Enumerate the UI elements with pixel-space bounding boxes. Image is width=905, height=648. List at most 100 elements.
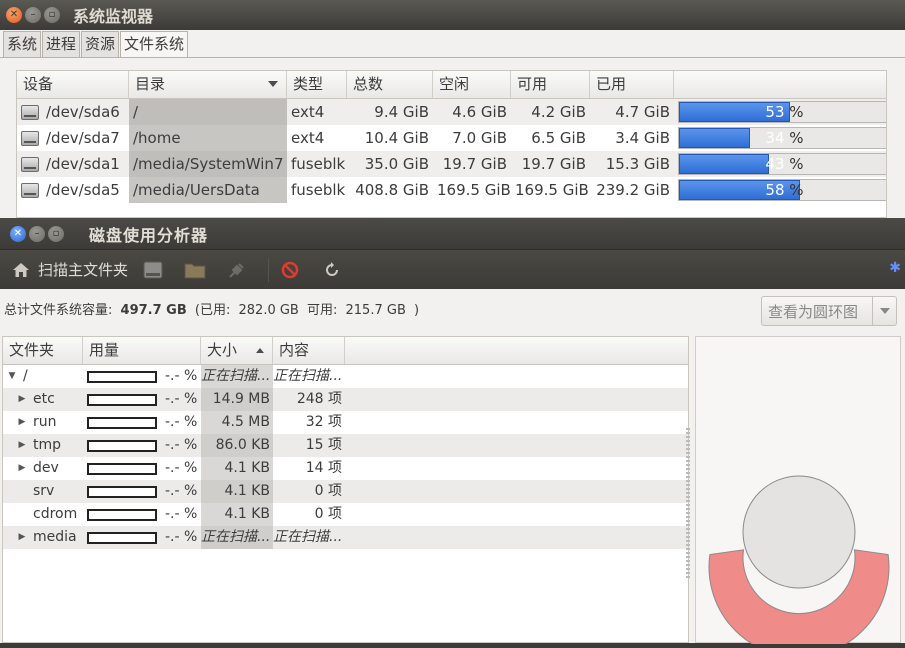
- minimize-icon[interactable]: –: [29, 225, 45, 242]
- scan-home-button[interactable]: 扫描主文件夹: [10, 259, 128, 281]
- total-cell: 10.4 GiB: [364, 129, 429, 147]
- usage-cell: -.- %: [83, 480, 201, 503]
- close-icon[interactable]: ✕: [10, 225, 26, 242]
- maximize-icon[interactable]: ▫: [44, 7, 60, 23]
- usage-bar: [87, 485, 157, 498]
- usage-bar-cell: 53 %: [674, 99, 886, 125]
- tree-row[interactable]: ▼ / -.- % 正在扫描... 正在扫描...: [3, 365, 688, 388]
- minimize-icon[interactable]: –: [25, 7, 41, 23]
- device-name: /dev/sda7: [46, 129, 120, 147]
- expander-closed-icon[interactable]: ▶: [15, 526, 29, 549]
- usage-percent: -.- %: [165, 368, 198, 384]
- size-cell: 4.1 KB: [201, 457, 273, 480]
- usage-cell: -.- %: [83, 388, 201, 411]
- usage-bar: 58 %: [678, 179, 886, 201]
- system-monitor-window: ✕ – ▫ 系统监视器 系统 进程 资源 文件系统 设备 目录 类型 总数 空闲…: [0, 0, 905, 230]
- usage-bar-cell: 34 %: [674, 125, 886, 151]
- ring-center[interactable]: [742, 475, 856, 589]
- table-row[interactable]: /dev/sda5/media/UersData fuseblk 408.8 GiB…: [17, 177, 886, 203]
- col-type[interactable]: 类型: [287, 71, 347, 98]
- folder-name: cdrom: [33, 506, 78, 522]
- col-free[interactable]: 空闲: [433, 71, 511, 98]
- tree-row[interactable]: ▶srv -.- %4.1 KB 0 项: [3, 480, 688, 503]
- tab-processes[interactable]: 进程: [42, 31, 81, 57]
- col-device[interactable]: 设备: [17, 71, 129, 98]
- scan-folder-button[interactable]: [184, 259, 212, 281]
- size-cell: 正在扫描...: [201, 365, 273, 388]
- tree-row[interactable]: ▶ media -.- % 正在扫描... 正在扫描...: [3, 526, 688, 549]
- expander-open-icon[interactable]: ▼: [5, 365, 19, 388]
- directory-cell: /home: [129, 125, 287, 151]
- usage-percent-suffix: %: [789, 181, 804, 199]
- folder-name: dev: [33, 460, 59, 476]
- usage-cell: -.- %: [83, 365, 201, 388]
- plug-icon: [226, 259, 248, 281]
- table-row[interactable]: /dev/sda7/home ext4 10.4 GiB 7.0 GiB 6.5 GiB…: [17, 125, 886, 151]
- col-available[interactable]: 可用: [511, 71, 590, 98]
- summary-used-label: (已用:: [194, 303, 231, 318]
- col-size[interactable]: 大小: [201, 337, 273, 364]
- usage-percent-suffix: %: [789, 103, 804, 121]
- col-directory[interactable]: 目录: [129, 71, 287, 98]
- refresh-button[interactable]: [321, 259, 349, 281]
- usage-bar: 53 %: [678, 101, 886, 123]
- usage-percent: -.- %: [165, 414, 198, 430]
- scan-filesystem-button[interactable]: [142, 259, 170, 281]
- expander-closed-icon[interactable]: ▶: [15, 388, 29, 411]
- expander-closed-icon[interactable]: ▶: [15, 434, 29, 457]
- col-contents[interactable]: 内容: [273, 337, 345, 364]
- directory-cell: /media/SystemWin7: [129, 151, 287, 177]
- tree-row[interactable]: ▶ dev -.- % 4.1 KB 14 项: [3, 457, 688, 480]
- col-size-label: 大小: [207, 341, 238, 359]
- folder-name: media: [33, 529, 77, 545]
- contents-cell: 32 项: [305, 414, 342, 430]
- usage-percent: -.- %: [165, 437, 198, 453]
- usage-percent-value: 53: [765, 103, 785, 121]
- col-usage[interactable]: 用量: [83, 337, 201, 364]
- col-folder[interactable]: 文件夹: [3, 337, 83, 364]
- tab-filesystems[interactable]: 文件系统: [120, 31, 189, 58]
- usage-bar: [87, 439, 157, 452]
- stop-button[interactable]: [279, 259, 307, 281]
- expander-closed-icon[interactable]: ▶: [15, 411, 29, 434]
- harddisk-icon: [21, 130, 39, 146]
- usage-bar: 43 %: [678, 153, 886, 175]
- size-cell: 86.0 KB: [201, 434, 273, 457]
- chevron-down-icon[interactable]: [872, 297, 896, 325]
- tree-row[interactable]: ▶ etc -.- % 14.9 MB 248 项: [3, 388, 688, 411]
- contents-cell: 正在扫描...: [273, 529, 343, 545]
- pane-resize-handle[interactable]: [686, 428, 690, 578]
- usage-bar-cell: 43 %: [674, 151, 886, 177]
- col-used[interactable]: 已用: [590, 71, 674, 98]
- usage-bar: [87, 370, 157, 383]
- tab-resources[interactable]: 资源: [81, 31, 120, 57]
- folder-name-cell: ▶ run: [3, 411, 83, 434]
- view-as-ringchart-button[interactable]: 查看为圆环图: [761, 296, 897, 326]
- usage-bar: 34 %: [678, 127, 886, 149]
- usage-percent-value: 58: [765, 181, 785, 199]
- close-icon[interactable]: ✕: [6, 7, 22, 23]
- expander-closed-icon[interactable]: ▶: [15, 457, 29, 480]
- folder-name-cell: ▶ dev: [3, 457, 83, 480]
- free-cell: 4.6 GiB: [452, 103, 507, 121]
- folder-name-cell: ▶ etc: [3, 388, 83, 411]
- col-total[interactable]: 总数: [347, 71, 433, 98]
- table-row[interactable]: /dev/sda1/media/SystemWin7 fuseblk 35.0 Gi…: [17, 151, 886, 177]
- sysmon-titlebar: ✕ – ▫ 系统监视器: [0, 0, 905, 30]
- device-name: /dev/sda6: [46, 103, 120, 121]
- size-cell: 正在扫描...: [201, 526, 273, 549]
- tab-system[interactable]: 系统: [3, 31, 42, 57]
- type-cell: ext4: [291, 129, 325, 147]
- refresh-icon: [321, 259, 343, 281]
- tree-row[interactable]: ▶ run -.- % 4.5 MB 32 项: [3, 411, 688, 434]
- maximize-icon[interactable]: ▫: [48, 225, 64, 242]
- ring-chart[interactable]: [696, 337, 902, 648]
- tree-row[interactable]: ▶ tmp -.- % 86.0 KB 15 项: [3, 434, 688, 457]
- scan-remote-button[interactable]: [226, 259, 254, 281]
- table-row[interactable]: /dev/sda6 /ext4 9.4 GiB 4.6 GiB 4.2 GiB 4.7 G…: [17, 99, 886, 125]
- tree-row[interactable]: ▶cdrom -.- %4.1 KB 0 项: [3, 503, 688, 526]
- disk-usage-analyzer-window: ✕ – ▫ 磁盘使用分析器 扫描主文件夹 ✱ 总计文件系统容量: 497.7 G…: [0, 218, 905, 648]
- usage-percent-suffix: %: [789, 155, 804, 173]
- total-cell: 408.8 GiB: [355, 181, 429, 199]
- free-cell: 7.0 GiB: [452, 129, 507, 147]
